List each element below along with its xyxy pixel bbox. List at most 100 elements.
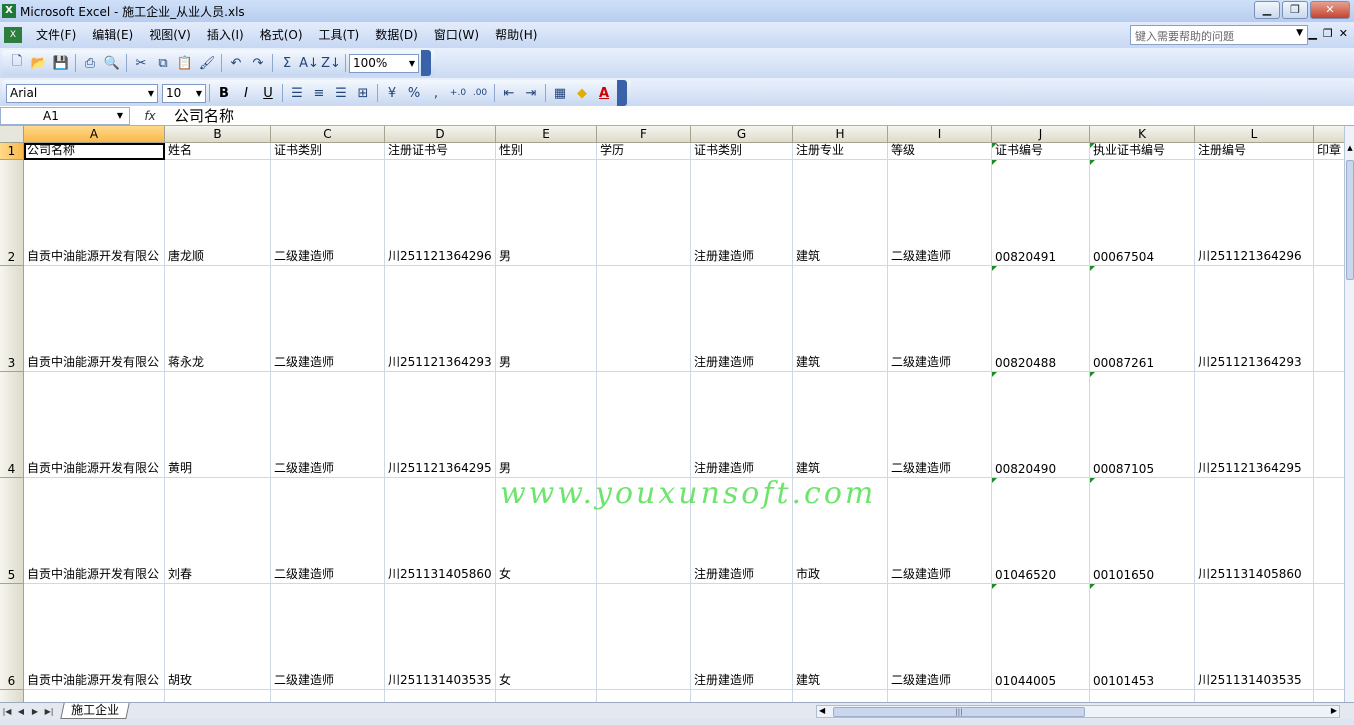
cell[interactable]: 黄明 <box>165 372 271 478</box>
row-header[interactable]: 1 <box>0 143 24 160</box>
cell[interactable]: 证书类别 <box>691 143 793 160</box>
font-size-select[interactable]: 10 ▼ <box>162 83 206 103</box>
cell[interactable]: 二级建造师 <box>271 266 385 372</box>
cell[interactable] <box>597 160 691 266</box>
cell[interactable] <box>271 690 385 702</box>
open-folder-icon[interactable]: 📂 <box>28 53 50 73</box>
align-right-icon[interactable]: ☰ <box>330 83 352 103</box>
cell[interactable]: 注册编号 <box>1195 143 1314 160</box>
menu-insert[interactable]: 插入(I) <box>199 25 252 45</box>
cell[interactable]: 学历 <box>597 143 691 160</box>
column-header[interactable]: G <box>691 126 793 143</box>
copy-icon[interactable]: ⧉ <box>152 53 174 73</box>
cell[interactable]: 川251121364295 <box>1195 372 1314 478</box>
cell[interactable]: 川251121364296 <box>385 160 496 266</box>
cell[interactable]: 建筑 <box>793 160 888 266</box>
row-header[interactable]: 2 <box>0 160 24 266</box>
cell[interactable]: 女 <box>496 584 597 690</box>
cell[interactable]: 性别 <box>496 143 597 160</box>
cell[interactable] <box>888 690 992 702</box>
cell[interactable]: 执业证书编号 <box>1090 143 1195 160</box>
currency-icon[interactable]: ¥ <box>381 83 403 103</box>
workbook-icon[interactable]: X <box>4 27 22 43</box>
cell[interactable]: 建筑 <box>793 372 888 478</box>
sheet-tab[interactable]: 施工企业 <box>60 703 130 719</box>
vertical-scrollbar[interactable]: ▲ <box>1344 126 1354 702</box>
chevron-down-icon[interactable]: ▼ <box>409 59 415 68</box>
save-icon[interactable]: 💾 <box>50 53 72 73</box>
cell[interactable]: 二级建造师 <box>888 160 992 266</box>
minimize-button[interactable]: ▁ <box>1254 1 1280 19</box>
column-header[interactable]: A <box>24 126 165 143</box>
workbook-close-button[interactable]: ✕ <box>1339 27 1348 40</box>
cell[interactable]: 证书编号 <box>992 143 1090 160</box>
insert-function-icon[interactable]: fx <box>130 109 170 123</box>
cell[interactable] <box>992 690 1090 702</box>
font-name-select[interactable]: Arial ▼ <box>6 83 158 103</box>
cell[interactable]: 建筑 <box>793 266 888 372</box>
column-header[interactable]: F <box>597 126 691 143</box>
percent-button[interactable]: % <box>403 83 425 103</box>
first-sheet-icon[interactable]: |◀ <box>0 707 14 716</box>
chevron-down-icon[interactable]: ▼ <box>148 89 154 98</box>
row-header[interactable]: 3 <box>0 266 24 372</box>
cell[interactable] <box>597 690 691 702</box>
merge-center-icon[interactable]: ⊞ <box>352 83 374 103</box>
sort-descending-icon[interactable]: Z↓ <box>320 53 342 73</box>
cell[interactable]: 胡玫 <box>165 584 271 690</box>
column-header[interactable]: B <box>165 126 271 143</box>
cell[interactable]: 蒋永龙 <box>165 266 271 372</box>
cell[interactable]: 建筑 <box>793 584 888 690</box>
cell[interactable] <box>793 690 888 702</box>
autosum-icon[interactable]: Σ <box>276 53 298 73</box>
cell[interactable] <box>496 690 597 702</box>
redo-icon[interactable]: ↷ <box>247 53 269 73</box>
increase-indent-icon[interactable]: ⇥ <box>520 83 542 103</box>
close-button[interactable]: ✕ <box>1310 1 1350 19</box>
cell[interactable]: 00101453 <box>1090 584 1195 690</box>
cell[interactable]: 注册证书号 <box>385 143 496 160</box>
cell[interactable]: 川251131403535 <box>385 584 496 690</box>
cell[interactable]: 自贡中油能源开发有限公 <box>24 584 165 690</box>
cell[interactable] <box>597 478 691 584</box>
cell[interactable]: 二级建造师 <box>888 372 992 478</box>
cell[interactable]: 等级 <box>888 143 992 160</box>
cell[interactable]: 注册专业 <box>793 143 888 160</box>
cell[interactable]: 注册建造师 <box>691 478 793 584</box>
cell[interactable] <box>597 372 691 478</box>
cell[interactable]: 川251131403535 <box>1195 584 1314 690</box>
cell[interactable] <box>1314 160 1344 266</box>
worksheet-grid[interactable]: ABCDEFGHIJKL 1 公司名称 姓名 证书类别 注册证书号 性别 学历 证书类别 注册专… <box>0 126 1344 702</box>
row-header[interactable]: 4 <box>0 372 24 478</box>
cell[interactable]: 01044005 <box>992 584 1090 690</box>
column-header[interactable]: E <box>496 126 597 143</box>
select-all-button[interactable] <box>0 126 24 143</box>
menu-view[interactable]: 视图(V) <box>141 25 199 45</box>
cell[interactable] <box>1314 690 1344 702</box>
cell[interactable]: 00820488 <box>992 266 1090 372</box>
scroll-up-icon[interactable]: ▲ <box>1345 144 1354 156</box>
cell[interactable]: 00087261 <box>1090 266 1195 372</box>
menu-edit[interactable]: 编辑(E) <box>84 25 141 45</box>
cell[interactable]: 二级建造师 <box>271 372 385 478</box>
cell[interactable]: 男 <box>496 372 597 478</box>
cell[interactable]: 市政 <box>793 478 888 584</box>
cell[interactable] <box>165 690 271 702</box>
print-icon[interactable]: ⎙ <box>79 53 101 73</box>
cell[interactable]: 00101650 <box>1090 478 1195 584</box>
toolbar-options-icon[interactable] <box>617 80 627 106</box>
cell[interactable]: 00087105 <box>1090 372 1195 478</box>
cell[interactable] <box>1314 266 1344 372</box>
font-color-icon[interactable]: A <box>593 83 615 103</box>
cell[interactable]: 二级建造师 <box>888 266 992 372</box>
cell[interactable] <box>597 584 691 690</box>
menu-tools[interactable]: 工具(T) <box>311 25 368 45</box>
cell[interactable]: 注册建造师 <box>691 584 793 690</box>
cell[interactable]: 01046520 <box>992 478 1090 584</box>
cell[interactable]: 二级建造师 <box>271 478 385 584</box>
workbook-restore-button[interactable]: ❐ <box>1323 27 1333 40</box>
cell[interactable]: 川251121364295 <box>385 372 496 478</box>
menu-file[interactable]: 文件(F) <box>28 25 84 45</box>
column-header[interactable]: J <box>992 126 1090 143</box>
italic-button[interactable]: I <box>235 83 257 103</box>
